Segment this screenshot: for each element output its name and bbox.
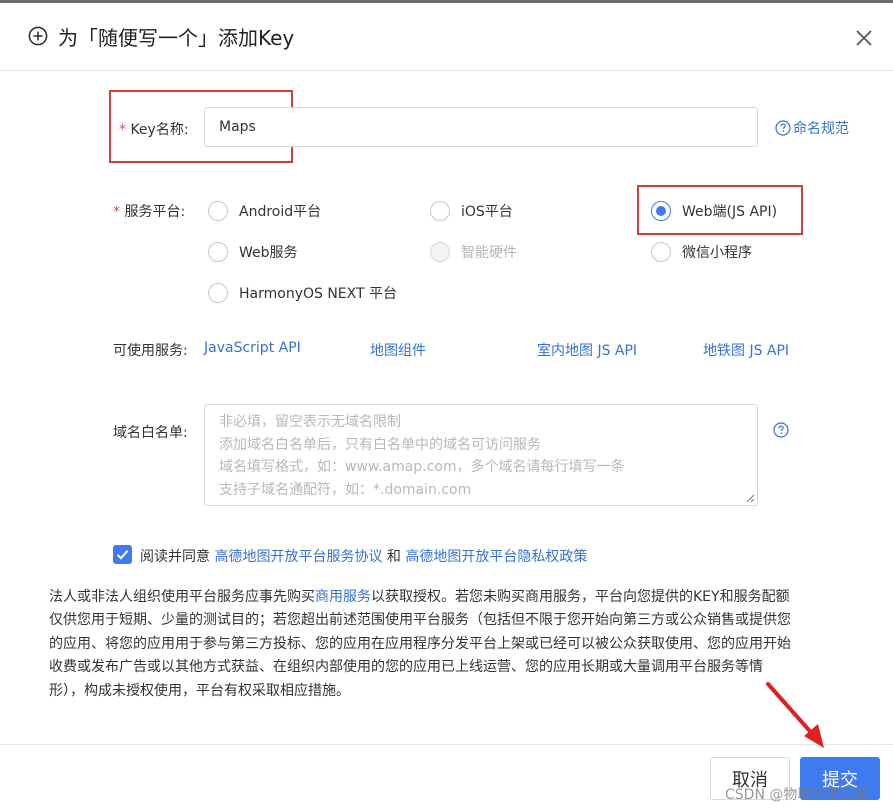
placeholder-line: 支持子域名通配符，如：*.domain.com <box>219 481 472 498</box>
radio-circle <box>208 201 228 221</box>
radio-circle <box>651 201 671 221</box>
naming-rules-text: 命名规范 <box>793 121 849 137</box>
red-arrow-annotation-icon <box>766 682 824 748</box>
radio-circle <box>208 242 228 262</box>
commercial-service-link[interactable]: 商用服务 <box>315 589 371 605</box>
service-indoor-map-link[interactable]: 室内地图 JS API <box>537 340 637 360</box>
help-circle-icon <box>775 120 791 136</box>
whitelist-label: 域名白名单: <box>113 425 188 441</box>
radio-circle <box>430 242 450 262</box>
radio-label: Web端(JS API) <box>682 204 778 220</box>
service-map-component-link[interactable]: 地图组件 <box>370 340 426 360</box>
radio-wechat-miniprogram[interactable]: 微信小程序 <box>651 242 752 262</box>
close-icon[interactable] <box>853 27 875 49</box>
license-notice: 法人或非法人组织使用平台服务应事先购买商用服务以获取授权。若您未购买商用服务，平… <box>49 586 857 703</box>
radio-smart-hardware: 智能硬件 <box>430 242 517 262</box>
service-javascript-api-link[interactable]: JavaScript API <box>204 340 301 356</box>
radio-label: 微信小程序 <box>682 245 752 261</box>
placeholder-line: 非必填，留空表示无域名限制 <box>219 414 401 430</box>
dialog-title: 为「随便写一个」添加Key <box>58 26 295 50</box>
service-subway-map-link[interactable]: 地铁图 JS API <box>703 340 789 360</box>
agreement-checkbox[interactable] <box>113 545 132 564</box>
privacy-policy-link[interactable]: 高德地图开放平台隐私权政策 <box>405 549 587 565</box>
naming-rules-link[interactable]: 命名规范 <box>775 118 849 138</box>
radio-label: HarmonyOS NEXT 平台 <box>239 286 397 302</box>
radio-circle <box>208 283 228 303</box>
whitelist-help-icon[interactable] <box>773 422 789 438</box>
radio-harmonyos-next[interactable]: HarmonyOS NEXT 平台 <box>208 283 397 303</box>
notice-line: 法人或非法人组织使用平台服务应事先购买商用服务以获取授权。若您未购买商用服务，平… <box>49 586 857 609</box>
notice-line: 的应用、将您的应用用于参与第三方投标、您的应用在应用程序分发平台上架或已经可以被… <box>49 635 791 652</box>
radio-label: iOS平台 <box>461 204 513 220</box>
placeholder-line: 域名填写格式，如：www.amap.com，多个域名请每行填写一条 <box>219 459 625 475</box>
key-name-label: * Key名称: <box>119 119 189 139</box>
plus-circle-icon <box>28 26 48 46</box>
notice-text: 以获取授权。若您未购买商用服务，平台向您提供的KEY和服务配额 <box>371 589 790 605</box>
agreement-and: 和 <box>386 549 401 565</box>
placeholder-line: 添加域名白名单后，只有白名单中的域名可访问服务 <box>219 436 541 453</box>
platform-label-text: 服务平台: <box>124 204 186 220</box>
notice-text: 法人或非法人组织使用平台服务应事先购买 <box>49 589 315 605</box>
domain-whitelist-textarea[interactable]: 非必填，留空表示无域名限制 添加域名白名单后，只有白名单中的域名可访问服务 域名… <box>204 404 758 506</box>
radio-circle <box>430 201 450 221</box>
notice-line: 仅供您用于短期、少量的测试目的；若您超出前述范围使用平台服务（包括但不限于您开始… <box>49 612 791 629</box>
notice-line: 收费或发布广告或以其他方式获益、在组织内部使用的您的应用已上线运营、您的应用长期… <box>49 659 763 676</box>
checkmark-icon <box>116 550 129 560</box>
required-mark: * <box>119 122 126 138</box>
radio-label: 智能硬件 <box>461 245 517 261</box>
required-mark: * <box>113 204 120 220</box>
key-name-label-text: Key名称: <box>130 122 189 138</box>
radio-label: Web服务 <box>239 245 298 261</box>
radio-circle <box>651 242 671 262</box>
platform-label: * 服务平台: <box>113 201 185 221</box>
agreement-prefix: 阅读并同意 <box>140 549 210 565</box>
radio-web-js-api[interactable]: Web端(JS API) <box>651 201 777 221</box>
notice-line: 形），构成未授权使用，平台有权采取相应措施。 <box>49 682 350 699</box>
service-agreement-link[interactable]: 高德地图开放平台服务协议 <box>214 549 382 565</box>
services-label: 可使用服务: <box>113 343 188 359</box>
watermark-text: CSDN @物联网不互联 <box>725 787 868 803</box>
resize-handle-icon[interactable] <box>745 493 755 503</box>
key-name-input[interactable] <box>204 107 758 147</box>
radio-ios[interactable]: iOS平台 <box>430 201 513 221</box>
agreement-text: 阅读并同意 高德地图开放平台服务协议 和 高德地图开放平台隐私权政策 <box>140 546 587 566</box>
radio-web-service[interactable]: Web服务 <box>208 242 298 262</box>
radio-android[interactable]: Android平台 <box>208 201 321 221</box>
radio-label: Android平台 <box>239 204 322 220</box>
